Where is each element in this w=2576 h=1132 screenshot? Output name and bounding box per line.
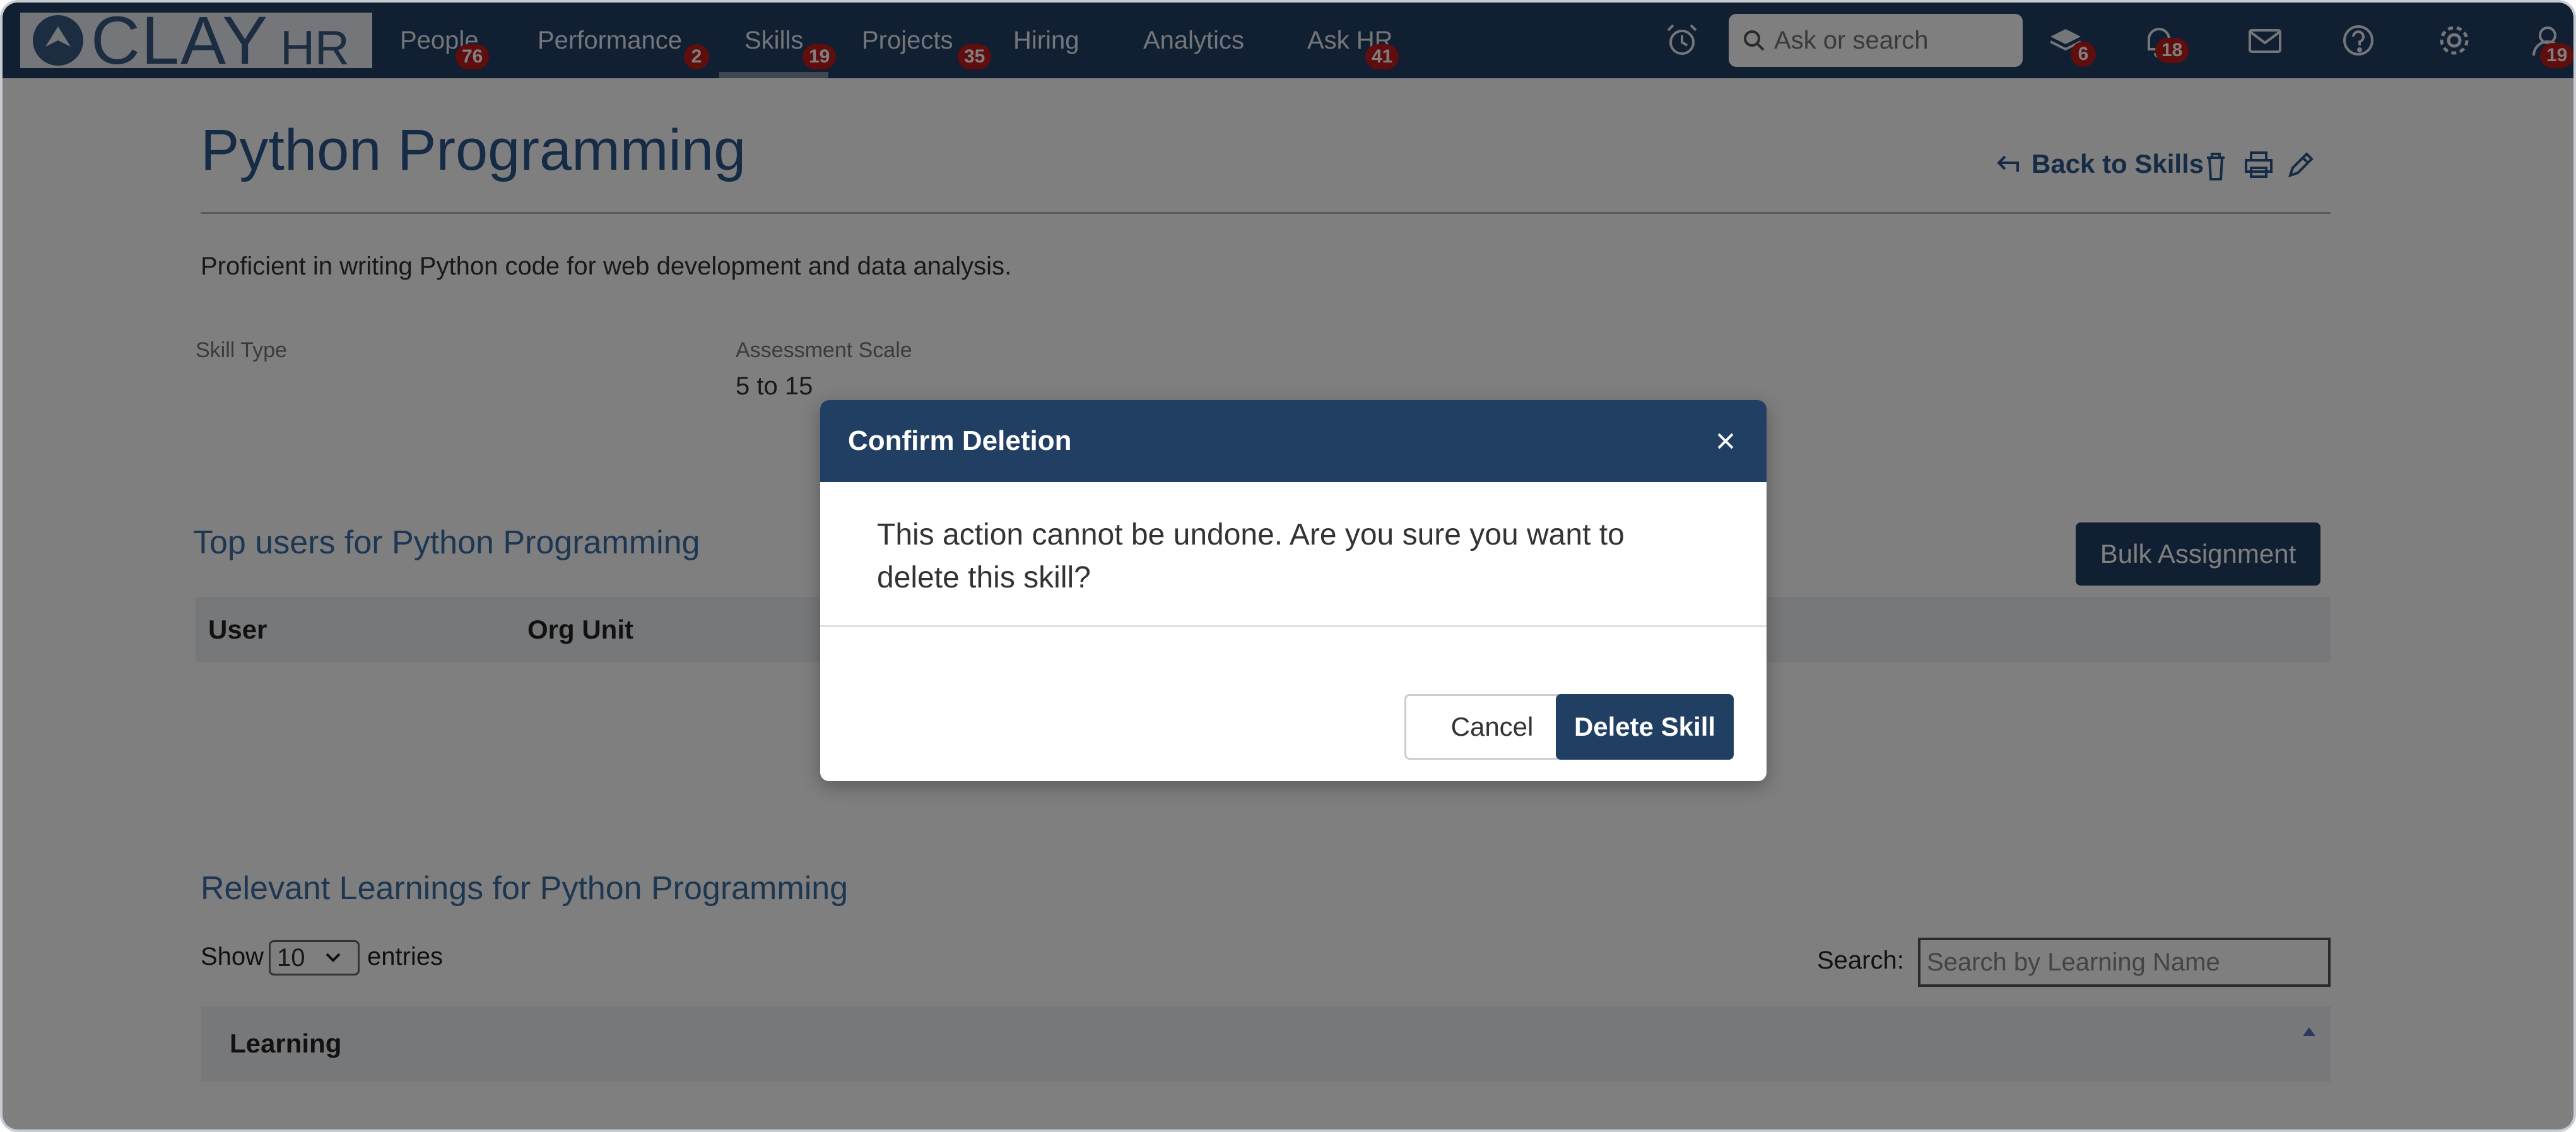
cancel-button[interactable]: Cancel <box>1404 694 1580 760</box>
close-icon[interactable] <box>1710 425 1741 457</box>
app-window: CLAY HR People 76 Performance 2 Skills 1… <box>0 0 2576 1132</box>
modal-header: Confirm Deletion <box>820 400 1767 482</box>
modal-body: This action cannot be undone. Are you su… <box>820 482 1767 627</box>
modal-title: Confirm Deletion <box>848 425 1072 456</box>
confirm-deletion-modal: Confirm Deletion This action cannot be u… <box>820 400 1767 781</box>
delete-skill-button[interactable]: Delete Skill <box>1556 694 1734 760</box>
